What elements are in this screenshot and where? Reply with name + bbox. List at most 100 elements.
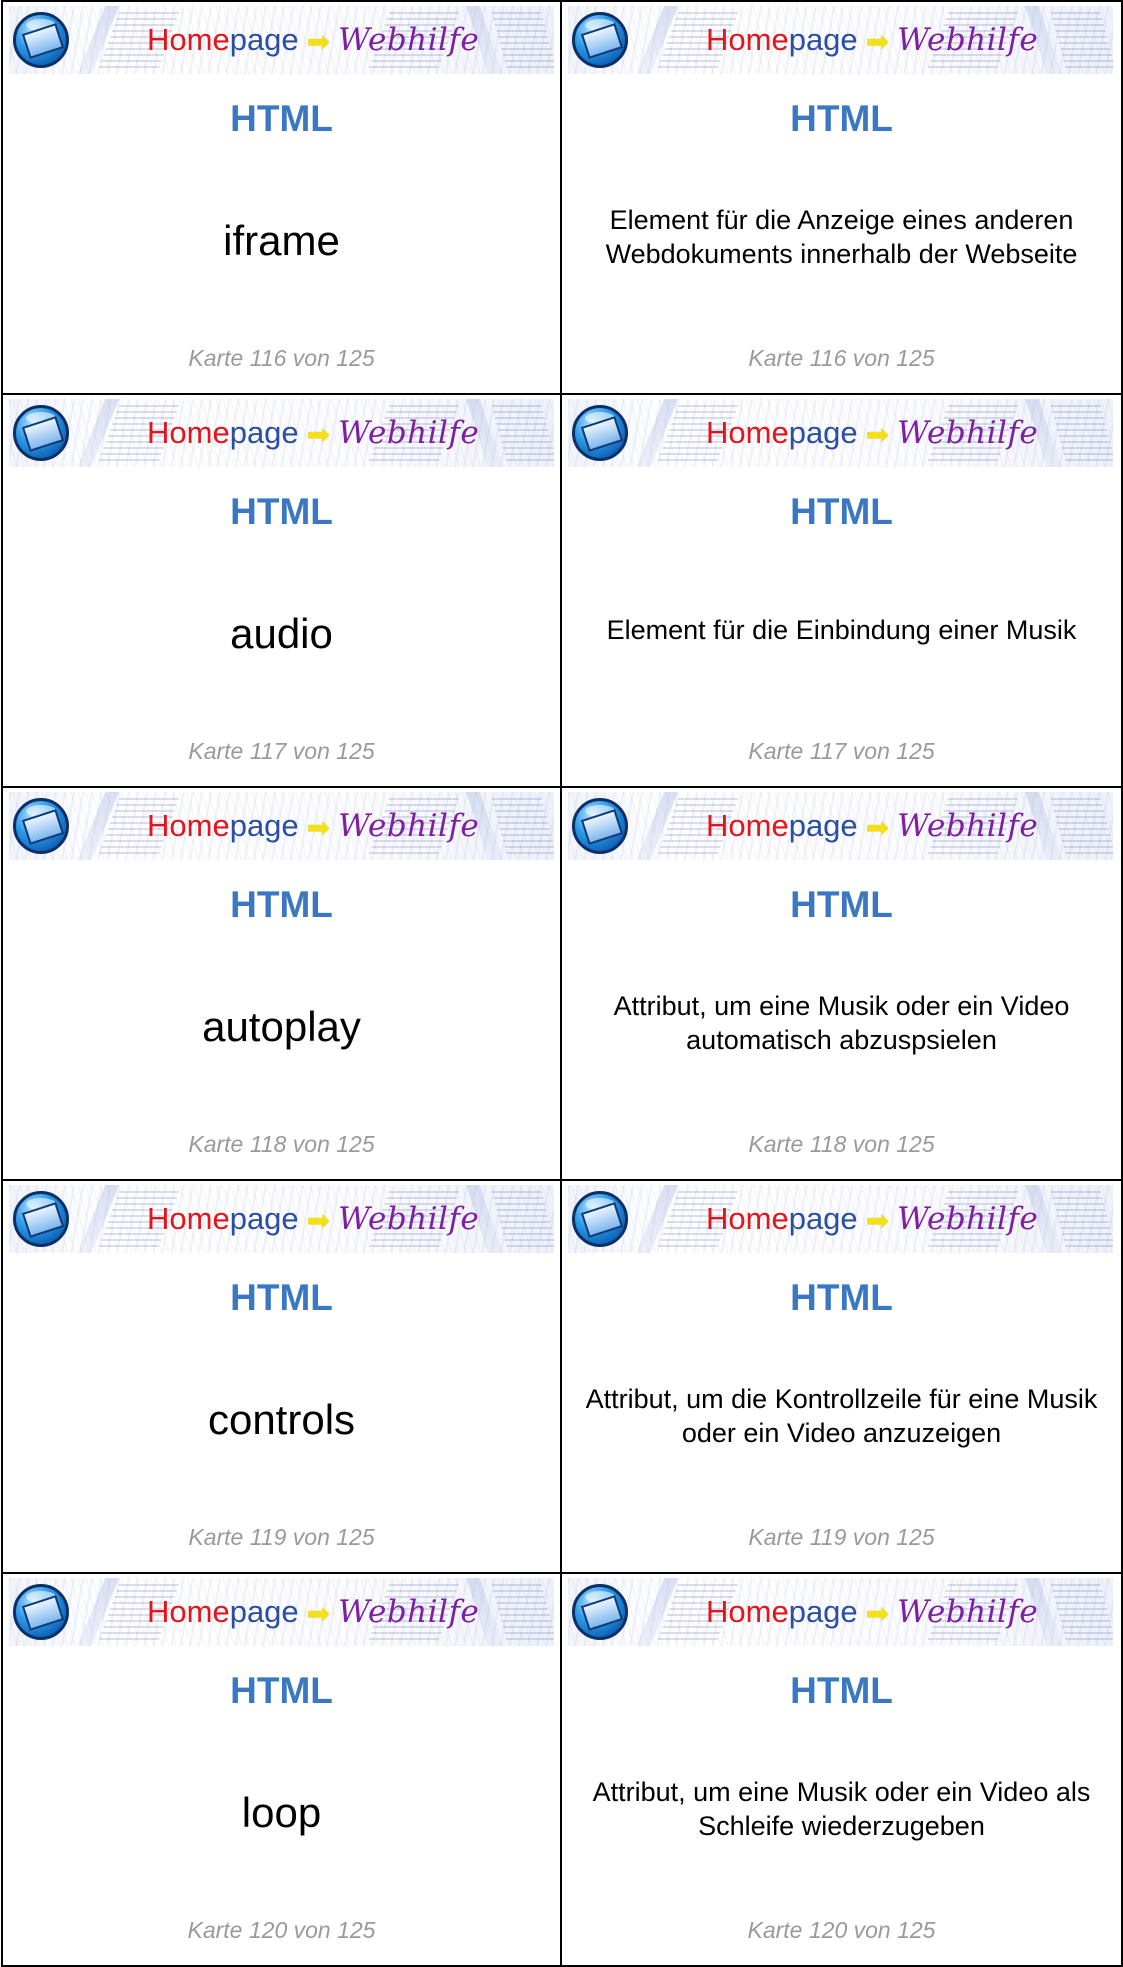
banner-decoration bbox=[491, 405, 554, 461]
brand-webhilfe: Webhilfe bbox=[897, 1594, 1039, 1630]
card-term: audio bbox=[230, 610, 333, 657]
brand-title: Homepage ➡ Webhilfe bbox=[706, 1201, 1038, 1238]
card-counter: Karte 119 von 125 bbox=[748, 1524, 935, 1550]
arrow-right-icon: ➡ bbox=[865, 1598, 890, 1629]
card-heading: HTML bbox=[790, 491, 893, 532]
flashcard-back: Homepage ➡ Webhilfe HTML Element für die Ei… bbox=[562, 395, 1123, 788]
brand-home: Home bbox=[147, 1594, 230, 1629]
brand-page: page bbox=[229, 1201, 299, 1236]
brand-page: page bbox=[788, 415, 858, 450]
flashcard-back: Homepage ➡ Webhilfe HTML Attribut, um die K… bbox=[562, 1181, 1123, 1574]
arrow-right-icon: ➡ bbox=[865, 812, 890, 843]
brand-webhilfe: Webhilfe bbox=[897, 1201, 1039, 1237]
arrow-right-icon: ➡ bbox=[306, 26, 331, 57]
homepage-webhilfe-banner: Homepage ➡ Webhilfe bbox=[568, 792, 1113, 860]
card-counter: Karte 118 von 125 bbox=[748, 1131, 935, 1157]
arrow-right-icon: ➡ bbox=[306, 419, 331, 450]
homepage-webhilfe-banner: Homepage ➡ Webhilfe bbox=[568, 1578, 1113, 1646]
card-heading: HTML bbox=[230, 1277, 333, 1318]
brand-title: Homepage ➡ Webhilfe bbox=[706, 808, 1038, 845]
brand-title: Homepage ➡ Webhilfe bbox=[147, 415, 479, 452]
brand-webhilfe: Webhilfe bbox=[338, 1201, 480, 1237]
brand-page: page bbox=[788, 808, 858, 843]
card-heading: HTML bbox=[790, 1670, 893, 1711]
banner-decoration bbox=[1050, 405, 1113, 461]
brand-webhilfe: Webhilfe bbox=[338, 1594, 480, 1630]
card-counter: Karte 116 von 125 bbox=[748, 345, 935, 371]
monitor-globe-logo-icon bbox=[572, 1191, 628, 1247]
card-definition: Element für die Anzeige eines anderen We… bbox=[605, 205, 1078, 269]
flashcard-front: Homepage ➡ Webhilfe HTML loop Karte 120 von … bbox=[3, 1574, 562, 1967]
brand-home: Home bbox=[706, 22, 789, 57]
banner-decoration bbox=[1050, 1584, 1113, 1640]
brand-title: Homepage ➡ Webhilfe bbox=[706, 415, 1038, 452]
card-heading: HTML bbox=[230, 1670, 333, 1711]
banner-decoration bbox=[491, 1584, 554, 1640]
card-counter: Karte 118 von 125 bbox=[188, 1131, 375, 1157]
flashcard-front: Homepage ➡ Webhilfe HTML audio Karte 117 von… bbox=[3, 395, 562, 788]
card-definition: Attribut, um die Kontrollzeile für eine … bbox=[585, 1384, 1098, 1448]
brand-webhilfe: Webhilfe bbox=[338, 808, 480, 844]
flashcard-front: Homepage ➡ Webhilfe HTML iframe Karte 116 vo… bbox=[3, 2, 562, 395]
banner-decoration bbox=[491, 1191, 554, 1247]
brand-webhilfe: Webhilfe bbox=[897, 415, 1039, 451]
card-heading: HTML bbox=[790, 1277, 893, 1318]
brand-page: page bbox=[229, 415, 299, 450]
brand-home: Home bbox=[706, 1201, 789, 1236]
arrow-right-icon: ➡ bbox=[865, 419, 890, 450]
card-definition: Attribut, um eine Musik oder ein Video a… bbox=[613, 991, 1070, 1055]
monitor-globe-logo-icon bbox=[572, 405, 628, 461]
brand-page: page bbox=[788, 1201, 858, 1236]
card-heading: HTML bbox=[230, 491, 333, 532]
banner-decoration bbox=[491, 798, 554, 854]
brand-home: Home bbox=[706, 1594, 789, 1629]
banner-decoration bbox=[1050, 12, 1113, 68]
brand-webhilfe: Webhilfe bbox=[897, 808, 1039, 844]
card-term: autoplay bbox=[202, 1003, 361, 1050]
brand-title: Homepage ➡ Webhilfe bbox=[706, 1594, 1038, 1631]
flashcard-back: Homepage ➡ Webhilfe HTML Element für die An… bbox=[562, 2, 1123, 395]
brand-home: Home bbox=[147, 415, 230, 450]
card-grid: Homepage ➡ Webhilfe HTML iframe Karte 116 vo… bbox=[1, 0, 1123, 1967]
homepage-webhilfe-banner: Homepage ➡ Webhilfe bbox=[568, 1185, 1113, 1253]
homepage-webhilfe-banner: Homepage ➡ Webhilfe bbox=[9, 1578, 554, 1646]
brand-title: Homepage ➡ Webhilfe bbox=[147, 1594, 479, 1631]
brand-title: Homepage ➡ Webhilfe bbox=[147, 22, 479, 59]
monitor-globe-logo-icon bbox=[572, 798, 628, 854]
arrow-right-icon: ➡ bbox=[306, 1205, 331, 1236]
card-heading: HTML bbox=[790, 884, 893, 925]
card-counter: Karte 117 von 125 bbox=[748, 738, 935, 764]
card-heading: HTML bbox=[790, 98, 893, 139]
brand-page: page bbox=[229, 22, 299, 57]
brand-title: Homepage ➡ Webhilfe bbox=[147, 808, 479, 845]
homepage-webhilfe-banner: Homepage ➡ Webhilfe bbox=[568, 6, 1113, 74]
card-term: loop bbox=[241, 1789, 322, 1836]
brand-title: Homepage ➡ Webhilfe bbox=[147, 1201, 479, 1238]
card-counter: Karte 120 von 125 bbox=[187, 1917, 376, 1943]
flashcard-front: Homepage ➡ Webhilfe HTML autoplay Karte 118 … bbox=[3, 788, 562, 1181]
monitor-globe-logo-icon bbox=[13, 12, 69, 68]
brand-home: Home bbox=[706, 415, 789, 450]
monitor-globe-logo-icon bbox=[13, 1584, 69, 1640]
card-heading: HTML bbox=[230, 884, 333, 925]
card-definition: Attribut, um eine Musik oder ein Video a… bbox=[592, 1777, 1091, 1841]
card-counter: Karte 119 von 125 bbox=[188, 1524, 375, 1550]
brand-home: Home bbox=[147, 808, 230, 843]
brand-home: Home bbox=[147, 22, 230, 57]
arrow-right-icon: ➡ bbox=[865, 1205, 890, 1236]
flashcard-back: Homepage ➡ Webhilfe HTML Attribut, um eine … bbox=[562, 788, 1123, 1181]
flashcard-sheet: Homepage ➡ Webhilfe HTML iframe Karte 116 vo… bbox=[0, 0, 1123, 1967]
homepage-webhilfe-banner: Homepage ➡ Webhilfe bbox=[9, 6, 554, 74]
arrow-right-icon: ➡ bbox=[306, 812, 331, 843]
monitor-globe-logo-icon bbox=[572, 12, 628, 68]
banner-decoration bbox=[1050, 798, 1113, 854]
flashcard-front: Homepage ➡ Webhilfe HTML controls Karte 119 … bbox=[3, 1181, 562, 1574]
banner-decoration bbox=[491, 12, 554, 68]
card-heading: HTML bbox=[230, 98, 333, 139]
arrow-right-icon: ➡ bbox=[306, 1598, 331, 1629]
monitor-globe-logo-icon bbox=[13, 798, 69, 854]
flashcard-back: Homepage ➡ Webhilfe HTML Attribut, um eine … bbox=[562, 1574, 1123, 1967]
brand-page: page bbox=[788, 1594, 858, 1629]
card-counter: Karte 117 von 125 bbox=[188, 738, 375, 764]
brand-home: Home bbox=[706, 808, 789, 843]
